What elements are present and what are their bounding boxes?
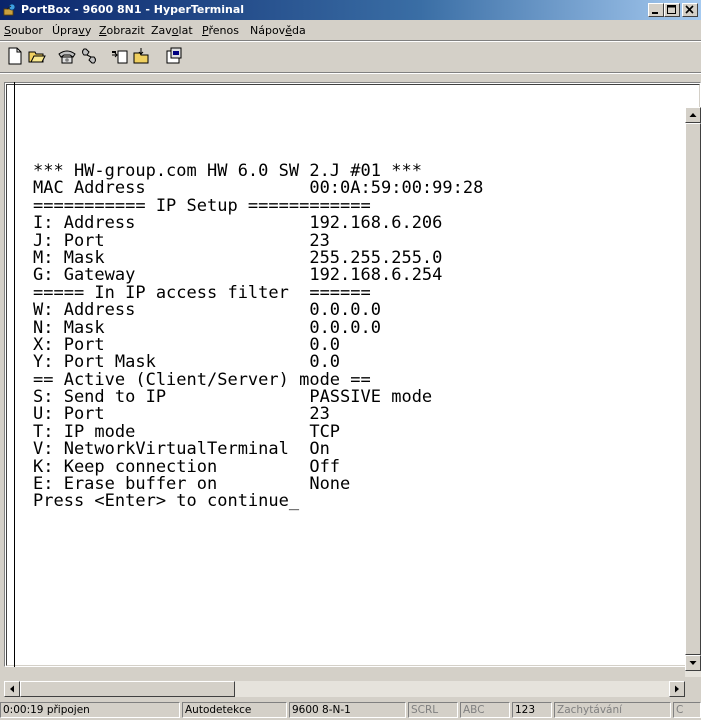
- menu-hotkey: S: [4, 24, 11, 37]
- terminal-line: I: Address 192.168.6.206: [33, 213, 443, 234]
- status-capture: Zachytávání: [554, 702, 671, 718]
- call-icon: [58, 50, 76, 64]
- status-num: 123: [512, 702, 552, 718]
- menu-label-pre: Nápov: [250, 24, 286, 37]
- menu-label-rest: lat: [178, 24, 193, 37]
- menu-label-rest: y: [84, 24, 92, 37]
- arrow-right-icon: [675, 685, 679, 693]
- minimize-icon: [652, 12, 658, 14]
- maximize-button[interactable]: [664, 3, 680, 17]
- menu-label-pre: Zav: [151, 24, 172, 37]
- arrow-down-icon: [689, 661, 697, 665]
- scroll-up-button[interactable]: [685, 107, 701, 123]
- terminal-output: *** HW-group.com HW 6.0 SW 2.J #01 *** MA…: [33, 162, 483, 512]
- menu-zavolat[interactable]: Zavolat: [151, 24, 193, 37]
- open-icon: [28, 51, 46, 63]
- scroll-right-button[interactable]: [669, 681, 685, 697]
- menu-upravy[interactable]: Úpravy: [52, 24, 91, 37]
- send-button[interactable]: [110, 46, 130, 66]
- status-port-params: 9600 8-N-1: [289, 702, 406, 718]
- toolbar-separator: [0, 72, 701, 74]
- menu-zobrazit[interactable]: Zobrazit: [99, 24, 145, 37]
- toolbar: [0, 42, 701, 70]
- status-caps: ABC: [460, 702, 510, 718]
- scroll-left-button[interactable]: [4, 681, 20, 697]
- status-bar: 0:00:19 připojen Autodetekce 9600 8-N-1 …: [0, 700, 701, 720]
- new-icon: [8, 47, 22, 65]
- menu-label-pre: Úpra: [52, 24, 79, 37]
- new-button[interactable]: [5, 46, 25, 66]
- menu-napoveda[interactable]: Nápověda: [250, 24, 306, 37]
- vertical-scrollbar[interactable]: [685, 107, 701, 677]
- minimize-button[interactable]: [648, 3, 664, 17]
- horizontal-scroll-thumb[interactable]: [20, 681, 235, 697]
- maximize-icon: [667, 5, 676, 14]
- terminal-line: Press <Enter> to continue_: [33, 491, 300, 512]
- menu-hotkey: Z: [99, 24, 107, 37]
- open-button[interactable]: [27, 46, 47, 66]
- properties-button[interactable]: [164, 46, 184, 66]
- receive-icon: [133, 48, 149, 64]
- status-detection: Autodetekce: [182, 702, 287, 718]
- horizontal-scrollbar[interactable]: [4, 681, 685, 697]
- properties-icon: [166, 47, 182, 64]
- status-scroll-lock: SCRL: [408, 702, 458, 718]
- vertical-scroll-thumb[interactable]: [685, 123, 701, 655]
- terminal-left-border: [14, 82, 15, 667]
- receive-button[interactable]: [131, 46, 151, 66]
- close-button[interactable]: [682, 3, 698, 17]
- close-icon: [685, 5, 694, 14]
- terminal-line: W: Address 0.0.0.0: [33, 300, 381, 321]
- window-title: PortBox - 9600 8N1 - HyperTerminal: [21, 3, 245, 16]
- menu-label-rest: obrazit: [106, 24, 145, 37]
- menu-hotkey: o: [171, 24, 179, 37]
- hyperterminal-icon: [3, 3, 16, 16]
- status-connection-time: 0:00:19 připojen: [0, 702, 180, 718]
- menu-hotkey: ě: [285, 24, 292, 37]
- disconnect-icon: [82, 48, 96, 64]
- call-button[interactable]: [57, 46, 77, 66]
- menu-soubor[interactable]: Soubor: [4, 24, 43, 37]
- menu-label-rest: řenos: [208, 24, 239, 37]
- title-bar[interactable]: PortBox - 9600 8N1 - HyperTerminal: [0, 0, 701, 20]
- send-icon: [112, 50, 128, 64]
- menu-label-rest: oubor: [10, 24, 43, 37]
- menu-prenos[interactable]: Přenos: [202, 24, 239, 37]
- arrow-up-icon: [689, 113, 697, 117]
- disconnect-button[interactable]: [79, 46, 99, 66]
- status-extra: C: [673, 702, 701, 718]
- scroll-down-button[interactable]: [685, 655, 701, 671]
- menu-bar: Soubor Úpravy Zobrazit Zavolat Přenos Ná…: [0, 20, 701, 40]
- arrow-left-icon: [10, 685, 14, 693]
- menu-label-rest: da: [291, 24, 306, 37]
